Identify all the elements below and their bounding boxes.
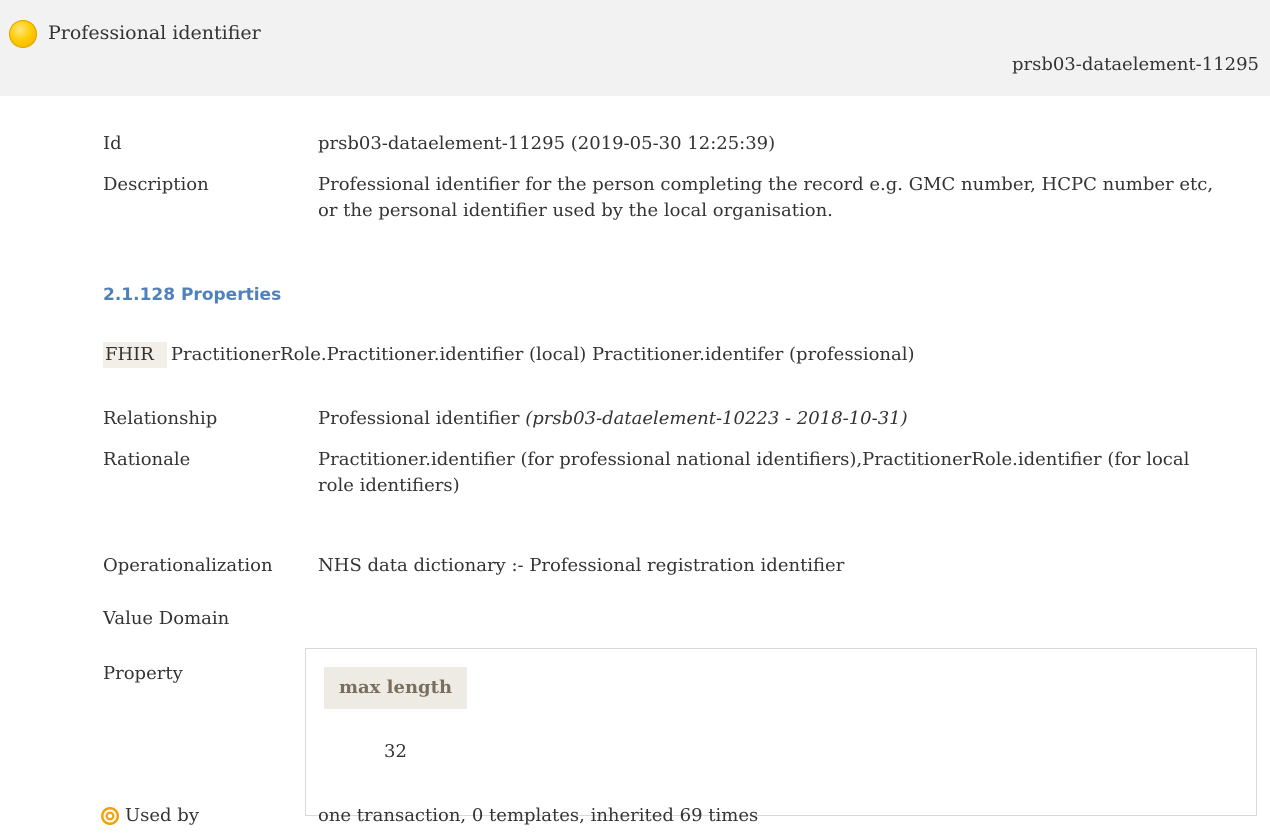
fhir-mapping: FHIR PractitionerRole.Practitioner.identi… [103,342,915,368]
element-header: Professional identifier prsb03-dataeleme… [0,0,1270,96]
id-value: prsb03-dataelement-11295 (2019-05-30 12:… [318,133,776,154]
description-row: Description Professional identifier for … [103,172,1218,224]
description-label: Description [103,174,209,195]
id-label: Id [103,133,122,154]
relationship-row: Relationship Professional identifier (pr… [103,406,1218,432]
id-row: Id prsb03-dataelement-11295 (2019-05-30 … [103,131,1218,157]
operationalization-row: Operationalization NHS data dictionary :… [103,553,1218,579]
value-domain-label: Value Domain [103,608,230,629]
target-icon [101,807,119,825]
properties-heading: 2.1.128 Properties [103,285,282,305]
rationale-value: Practitioner.identifier (for professiona… [318,449,1190,496]
rationale-label: Rationale [103,449,191,470]
used-by-label[interactable]: Used by [125,803,199,829]
relationship-value: Professional identifier (prsb03-dataelem… [318,406,1218,432]
fhir-badge: FHIR [103,342,167,368]
fhir-value: PractitionerRole.Practitioner.identifier… [170,344,915,365]
property-row: Property [103,661,318,687]
element-title: Professional identifier [48,22,261,44]
operationalization-value: NHS data dictionary :- Professional regi… [318,555,845,576]
used-by-value: one transaction, 0 templates, inherited … [318,805,759,826]
max-length-value: 32 [384,741,407,762]
relationship-label: Relationship [103,408,218,429]
property-table: max length 32 [305,648,1257,816]
element-id: prsb03-dataelement-11295 [1011,54,1259,75]
description-value: Professional identifier for the person c… [318,174,1214,221]
status-circle-icon [9,20,37,48]
max-length-header: max length [324,667,467,709]
relationship-name: Professional identifier [318,408,520,429]
value-domain-row: Value Domain [103,606,318,632]
property-label: Property [103,663,183,684]
operationalization-label: Operationalization [103,555,273,576]
rationale-row: Rationale Practitioner.identifier (for p… [103,447,1218,499]
relationship-reference-link[interactable]: (prsb03-dataelement-10223 - 2018-10-31) [525,408,907,429]
